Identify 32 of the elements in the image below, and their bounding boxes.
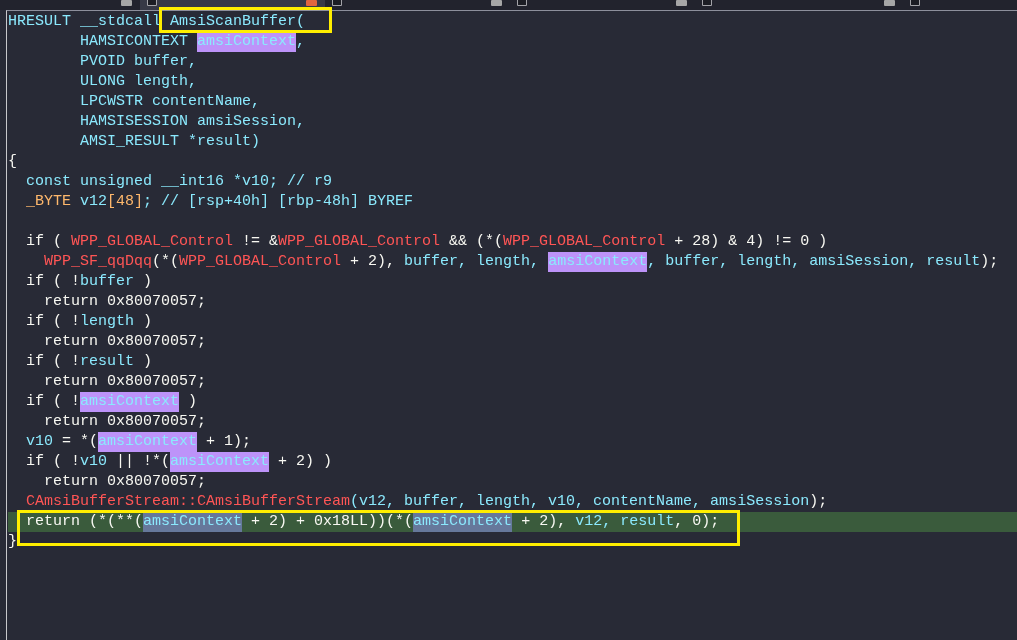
close-icon[interactable] — [884, 0, 895, 6]
close-icon[interactable] — [676, 0, 687, 6]
code-line: HRESULT __stdcall AmsiScanBuffer( — [8, 12, 306, 32]
code-line: return 0x80070057; — [44, 372, 207, 392]
code-line: if ( !length ) — [26, 312, 153, 332]
code-line: if ( !result ) — [26, 352, 153, 372]
code-line: { — [8, 152, 17, 172]
code-line: return 0x80070057; — [44, 472, 207, 492]
code-line: if ( !amsiContext ) — [26, 392, 198, 412]
close-icon[interactable] — [121, 0, 132, 6]
code-line: return (*(**(amsiContext + 2) + 0x18LL))(*(amsiContext + 2), v12, result, 0); — [26, 512, 720, 532]
code-line: HAMSICONTEXT amsiContext, — [80, 32, 306, 52]
code-line: v10 = *(amsiContext + 1); — [26, 432, 252, 452]
code-line: if ( !v10 || !*(amsiContext + 2) ) — [26, 452, 333, 472]
code-line: LPCWSTR contentName, — [80, 92, 261, 112]
code-line: PVOID buffer, — [80, 52, 198, 72]
code-line: const unsigned __int16 *v10; // r9 — [26, 172, 333, 192]
code-line: if ( WPP_GLOBAL_Control != &WPP_GLOBAL_Control && (*(WPP_GLOBAL_Control + 28) & 4) != 0 ) — [26, 232, 828, 252]
close-icon[interactable] — [306, 0, 317, 6]
code-line: ULONG length, — [80, 72, 198, 92]
code-line: AMSI_RESULT *result) — [80, 132, 261, 152]
code-line: } — [8, 532, 17, 552]
code-line: CAmsiBufferStream::CAmsiBufferStream(v12, buffer, length, v10, contentName, amsiSession); — [26, 492, 828, 512]
code-line: _BYTE v12[48]; // [rsp+40h] [rbp-48h] BYREF — [26, 192, 414, 212]
code-line: WPP_SF_qqDqq(*(WPP_GLOBAL_Control + 2), buffer, length, amsiContext, buffer, length, amsiSession, result); — [44, 252, 999, 272]
close-icon[interactable] — [491, 0, 502, 6]
code-line: HAMSISESSION amsiSession, — [80, 112, 306, 132]
code-line: return 0x80070057; — [44, 412, 207, 432]
code-line: return 0x80070057; — [44, 292, 207, 312]
tab[interactable] — [140, 0, 325, 10]
code-line: if ( !buffer ) — [26, 272, 153, 292]
code-line: return 0x80070057; — [44, 332, 207, 352]
